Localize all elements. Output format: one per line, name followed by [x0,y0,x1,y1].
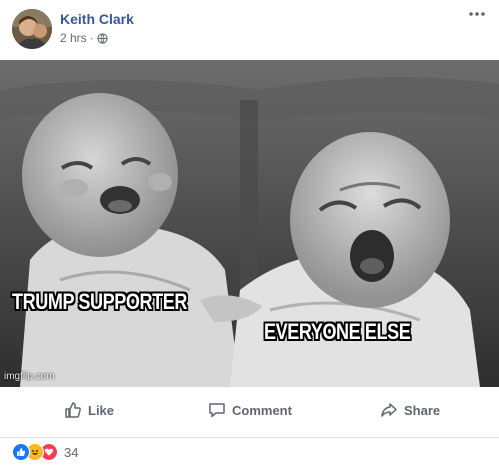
comment-button[interactable]: Comment [208,401,292,419]
like-label: Like [88,402,115,418]
comment-label: Comment [232,402,292,418]
feed-post: Keith Clark 2 hrs · TRUMP SUPPORTER EVER… [0,0,499,471]
meta-separator: · [89,31,94,45]
comment-icon [209,403,225,418]
post-timestamp[interactable]: 2 hrs [60,31,87,45]
like-button[interactable]: Like [64,401,114,419]
reactions-summary[interactable]: 34 [12,443,78,461]
post-image[interactable]: TRUMP SUPPORTER EVERYONE ELSE imgflip.co… [0,60,499,387]
image-watermark: imgflip.com [4,371,55,382]
share-label: Share [404,402,441,418]
like-reaction-icon [12,443,30,461]
author-avatar[interactable] [12,9,52,49]
meme-caption-right: EVERYONE ELSE [264,319,411,344]
avatar-photo [12,9,52,49]
share-button[interactable]: Share [380,401,440,419]
share-icon [381,403,397,417]
reaction-count: 34 [64,444,79,460]
meme-caption-left: TRUMP SUPPORTER [12,289,187,314]
post-meta: 2 hrs · [60,31,108,45]
thumbs-up-icon [65,402,81,418]
post-actions-bar: Like Comment Share [0,387,499,438]
more-options-icon[interactable] [467,6,487,22]
post-header: Keith Clark 2 hrs · [0,0,499,60]
meme-image [0,60,499,387]
globe-icon[interactable] [97,32,108,44]
author-name[interactable]: Keith Clark [60,11,134,27]
